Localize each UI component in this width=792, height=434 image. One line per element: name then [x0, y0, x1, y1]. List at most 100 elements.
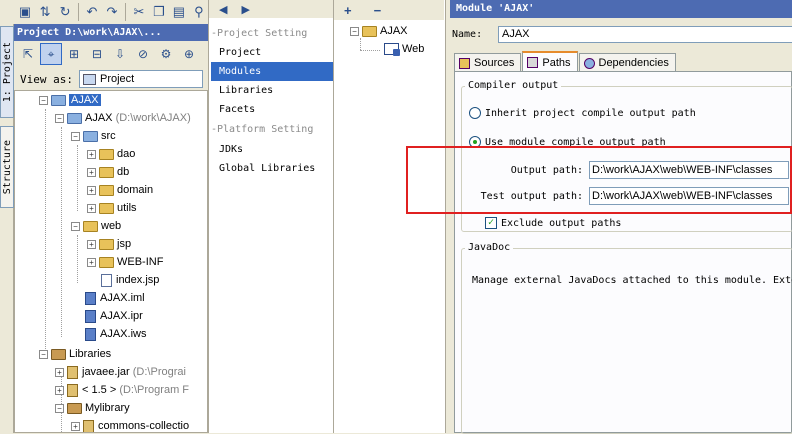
undo-icon[interactable]: ↶ [83, 2, 101, 22]
jsp-file-icon [101, 273, 112, 287]
project-folder-icon [51, 94, 66, 106]
tab-paths[interactable]: Paths [522, 51, 578, 72]
tree-node-commons[interactable]: + commons-collectio [71, 417, 189, 432]
module-settings-panel: Module 'AJAX' Name: AJAX Sources Paths D… [446, 0, 792, 434]
category-project[interactable]: Project [211, 43, 333, 62]
collapse-icon[interactable]: − [39, 349, 48, 359]
expand-icon[interactable]: + [87, 257, 96, 267]
add-icon[interactable]: + [344, 3, 352, 18]
package-icon [99, 166, 114, 178]
find-icon[interactable]: ⚲ [190, 2, 208, 22]
side-tab-structure[interactable]: Structure [0, 126, 14, 208]
remove-icon[interactable]: − [374, 3, 382, 18]
module-folder-icon [362, 25, 377, 37]
save-icon[interactable]: ▣ [16, 2, 34, 22]
collapse-icon[interactable]: − [55, 113, 64, 123]
tree-node-ipr[interactable]: AJAX.ipr [85, 307, 143, 325]
expand-icon[interactable]: + [87, 185, 96, 195]
javadoc-description: Manage external JavaDocs attached to thi… [472, 275, 792, 286]
view-as-label: View as: [20, 72, 73, 86]
module-tabs: Sources Paths Dependencies [454, 51, 677, 72]
expand-icon[interactable]: + [55, 385, 64, 395]
back-icon[interactable]: ◀ [219, 3, 227, 16]
tab-label: Dependencies [598, 57, 669, 69]
module-tree-node-web[interactable]: Web [384, 40, 424, 58]
settings-icon[interactable]: ⚙ [155, 43, 177, 65]
tree-path: (D:\Program F [119, 384, 190, 396]
expand-icon[interactable]: + [55, 367, 64, 377]
category-libraries[interactable]: Libraries [211, 81, 333, 100]
main-toolbar: ▣ ⇅ ↻ ↶ ↷ ✂ ❐ ▤ ⚲ [14, 0, 208, 24]
category-global-libraries[interactable]: Global Libraries [211, 159, 333, 178]
tree-node-module[interactable]: − AJAX (D:\work\AJAX) [55, 109, 191, 127]
tree-node-iws[interactable]: AJAX.iws [85, 325, 146, 343]
tree-label: db [117, 166, 130, 178]
category-header-project: -Project Setting [211, 28, 308, 39]
tree-node-iml[interactable]: AJAX.iml [85, 289, 145, 307]
expand-icon[interactable]: + [87, 239, 96, 249]
tree-node-dao[interactable]: + dao [87, 145, 135, 163]
tree-node-javaee[interactable]: + javaee.jar (D:\Prograi [55, 363, 186, 381]
autoscroll-icon[interactable]: ⌖ [40, 43, 62, 65]
view-as-row: View as: Project [14, 68, 208, 90]
source-folder-icon [83, 130, 98, 142]
expand-icon[interactable]: + [87, 149, 96, 159]
tree-label: AJAX [85, 112, 113, 124]
tree-node-web[interactable]: − web [71, 217, 121, 235]
sync-icon[interactable]: ⇅ [36, 2, 54, 22]
collapse-icon[interactable]: − [55, 403, 64, 413]
tree-node-db[interactable]: + db [87, 163, 129, 181]
view-as-value: Project [99, 73, 135, 85]
tree-node-jdk[interactable]: + < 1.5 > (D:\Program F [55, 381, 189, 399]
tree-node-domain[interactable]: + domain [87, 181, 153, 199]
view-as-select[interactable]: Project [78, 70, 203, 88]
pin-icon[interactable]: ⊕ [178, 43, 200, 65]
module-tree-node-ajax[interactable]: − AJAX [350, 22, 408, 40]
tab-dependencies[interactable]: Dependencies [578, 53, 676, 72]
exclude-output-checkbox[interactable]: ✓ Exclude output paths [485, 217, 621, 229]
tree-node-web-inf[interactable]: + WEB-INF [87, 253, 163, 271]
tree-guide [61, 127, 62, 337]
paste-icon[interactable]: ▤ [170, 2, 188, 22]
tree-node-libraries[interactable]: − Libraries [39, 345, 111, 363]
redo-icon[interactable]: ↷ [103, 2, 121, 22]
folder-icon [99, 238, 114, 250]
tree-node-mylibrary[interactable]: − Mylibrary [55, 399, 130, 417]
cut-icon[interactable]: ✂ [130, 2, 148, 22]
collapse-icon[interactable]: − [71, 131, 80, 141]
package-icon [99, 184, 114, 196]
tree-label: index.jsp [116, 274, 160, 286]
project-panel-toolbar: ⇱ ⌖ ⊞ ⊟ ⇩ ⊘ ⚙ ⊕ [14, 41, 208, 67]
expand-icon[interactable]: + [87, 167, 96, 177]
folder-icon [99, 256, 114, 268]
tree-node-jsp[interactable]: + jsp [87, 235, 131, 253]
expand-icon[interactable]: + [87, 203, 96, 213]
copy-icon[interactable]: ❐ [150, 2, 168, 22]
refresh-icon[interactable]: ↻ [56, 2, 74, 22]
expand-icon[interactable]: + [71, 421, 80, 431]
tree-node-utils[interactable]: + utils [87, 199, 137, 217]
tree-node-src[interactable]: − src [71, 127, 116, 145]
checkmark-icon: ✓ [485, 217, 497, 229]
tree-guide [360, 50, 380, 51]
sort-icon[interactable]: ⇩ [109, 43, 131, 65]
forward-icon[interactable]: ▶ [241, 3, 249, 16]
scroll-to-source-icon[interactable]: ⇱ [17, 43, 39, 65]
category-modules[interactable]: Modules [211, 62, 333, 81]
tab-sources[interactable]: Sources [454, 53, 522, 72]
module-tree-toolbar: + − [334, 0, 444, 20]
collapse-icon[interactable]: − [39, 95, 48, 105]
expand-all-icon[interactable]: ⊞ [63, 43, 85, 65]
inherit-output-radio[interactable]: Inherit project compile output path [469, 107, 696, 119]
tree-node-root[interactable]: − AJAX [39, 91, 101, 109]
category-facets[interactable]: Facets [211, 100, 333, 119]
hide-icon[interactable]: ⊘ [132, 43, 154, 65]
tree-node-index-jsp[interactable]: index.jsp [101, 271, 159, 289]
collapse-icon[interactable]: − [71, 221, 80, 231]
collapse-all-icon[interactable]: ⊟ [86, 43, 108, 65]
toolbar-separator [124, 3, 126, 21]
category-jdks[interactable]: JDKs [211, 140, 333, 159]
module-name-field[interactable]: AJAX [498, 26, 792, 43]
collapse-icon[interactable]: − [350, 26, 359, 36]
side-tab-project[interactable]: 1: Project [0, 26, 14, 118]
